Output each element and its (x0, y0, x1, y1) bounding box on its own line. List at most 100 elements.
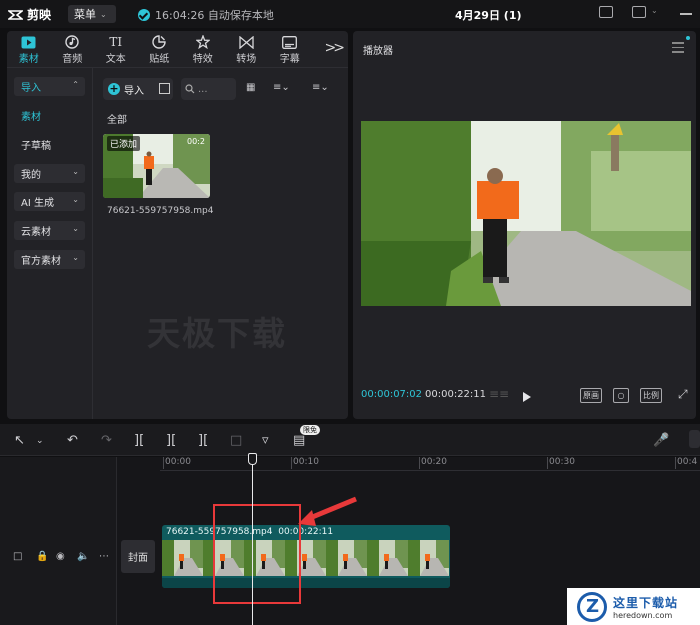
ruler-tick: 00:20 (419, 457, 447, 469)
sidebar-item-label: 素材 (21, 112, 41, 123)
tab-media[interactable]: 素材 (7, 31, 51, 67)
sidebar-item-mine[interactable]: 我的 ⌄ (14, 164, 85, 183)
sidebar-item-label: AI 生成 (21, 198, 54, 209)
clip-frame (326, 540, 367, 576)
site-name: 这里下载站 (613, 595, 679, 610)
media-icon (21, 35, 37, 49)
save-status-text: 16:04:26 自动保存本地 (155, 9, 274, 22)
ruler-tick: 00:4 (674, 457, 698, 469)
section-label: 全部 (107, 115, 127, 126)
sidebar-item-material[interactable]: 素材 (14, 106, 85, 125)
tab-label: 特效 (192, 54, 213, 65)
effects-icon (195, 35, 211, 49)
split-icon[interactable]: ][ (134, 433, 144, 448)
fit-screen-icon[interactable]: ○ (613, 388, 629, 403)
caption-icon (282, 35, 298, 49)
subtitle-recognize-icon[interactable]: ▤ (293, 433, 305, 448)
filter-icon[interactable]: ≡⌄ (312, 82, 329, 93)
clip-audio-track (162, 578, 450, 588)
chevron-down-icon[interactable]: ⌄ (651, 6, 658, 15)
free-badge: 限免 (300, 425, 320, 435)
toggle-indicator[interactable] (689, 430, 700, 448)
ratio-label: 比例 (643, 391, 659, 400)
playhead-handle[interactable] (248, 453, 257, 465)
grid-view-icon[interactable]: ▦ (246, 82, 255, 93)
search-input[interactable]: ... (181, 78, 236, 100)
site-logo: 这里下载站 heredown.com (567, 588, 700, 625)
sidebar-item-official[interactable]: 官方素材 ⌄ (14, 250, 85, 269)
clip-frame (162, 540, 203, 576)
chevron-down-icon: ⌄ (72, 195, 79, 204)
more-options-icon[interactable]: ⋯ (99, 551, 109, 562)
clip-frames (162, 540, 450, 576)
thumbnail-duration: 00:2 (187, 137, 205, 146)
original-quality-button[interactable]: 原画 (580, 388, 602, 403)
eye-icon[interactable]: ◉ (56, 551, 65, 562)
cover-button[interactable]: 封面 (121, 540, 155, 573)
tab-audio[interactable]: 音频 (51, 31, 95, 67)
delete-icon[interactable]: □ (230, 433, 242, 448)
more-tabs-icon[interactable]: >> (325, 40, 346, 56)
fullscreen-icon[interactable]: ⤢ (678, 387, 688, 402)
track-header (0, 457, 117, 625)
import-label: 导入 (124, 85, 144, 97)
sidebar-item-subdraft[interactable]: 子草稿 (14, 135, 85, 154)
timeline-toolbar: ↖ ⌄ ↶ ↷ ][ ][ ][ □ ▿ ▤ 🎤 (0, 424, 700, 456)
trim-left-icon[interactable]: ][ (166, 433, 176, 448)
player-panel: 播放器 00:00:07:02 00:00:22:11 ≡≡ 原画 ○ 比例 ⤢ (353, 31, 696, 419)
preview-frame (361, 121, 691, 306)
select-pointer-icon[interactable]: ↖ (14, 433, 25, 448)
shortcut-icon[interactable] (599, 6, 613, 18)
sidebar-item-label: 官方素材 (21, 256, 61, 267)
sidebar-item-import[interactable]: 导入 ⌃ (14, 77, 85, 96)
menu-button[interactable]: 菜单 ⌄ (68, 5, 116, 23)
cover-label: 封面 (128, 553, 148, 564)
undo-icon[interactable]: ↶ (67, 433, 78, 448)
track-preview-icon[interactable]: □ (13, 551, 22, 562)
shield-icon[interactable]: ▿ (262, 433, 269, 448)
tab-text[interactable]: TI 文本 (94, 31, 138, 67)
ruler-tick: 00:10 (291, 457, 319, 469)
qr-code-icon[interactable] (159, 83, 170, 94)
capcut-logo-icon (8, 10, 23, 20)
check-circle-icon (138, 9, 150, 21)
sidebar-item-cloud[interactable]: 云素材 ⌄ (14, 221, 85, 240)
waveform-icon[interactable]: ≡≡ (489, 387, 509, 401)
transition-icon (238, 35, 254, 49)
microphone-icon[interactable]: 🎤 (653, 433, 669, 448)
sidebar-item-ai-generate[interactable]: AI 生成 ⌄ (14, 192, 85, 211)
annotation-highlight (213, 504, 301, 604)
tab-caption[interactable]: 字幕 (268, 31, 312, 67)
tab-effects[interactable]: 特效 (181, 31, 225, 67)
clip-frame (408, 540, 449, 576)
sort-icon[interactable]: ≡⌄ (273, 82, 290, 93)
ratio-button[interactable]: 比例 (640, 388, 662, 403)
menu-label: 菜单 (74, 8, 96, 21)
hamburger-menu-icon[interactable] (672, 42, 684, 56)
chevron-down-icon[interactable]: ⌄ (36, 436, 44, 446)
ruler-tick: 00:30 (547, 457, 575, 469)
project-title[interactable]: 4月29日 (1) (455, 7, 522, 23)
current-time: 00:00:07:02 (361, 389, 423, 400)
tab-label: 贴纸 (149, 54, 170, 65)
site-url: heredown.com (613, 610, 673, 620)
video-preview[interactable] (361, 121, 691, 306)
chevron-down-icon: ⌄ (72, 224, 79, 233)
redo-icon[interactable]: ↷ (101, 433, 112, 448)
heredown-logo-icon (577, 591, 607, 622)
lock-icon[interactable]: 🔒 (36, 551, 48, 562)
trim-right-icon[interactable]: ][ (198, 433, 208, 448)
speaker-icon[interactable]: 🔈 (77, 551, 89, 562)
layout-icon[interactable] (632, 6, 646, 18)
tab-transition[interactable]: 转场 (225, 31, 269, 67)
minimize-icon[interactable] (680, 13, 692, 15)
added-badge: 已添加 (107, 136, 141, 151)
tab-sticker[interactable]: 贴纸 (138, 31, 182, 67)
playhead-line (252, 463, 253, 625)
tab-label: 素材 (18, 54, 39, 65)
play-icon[interactable] (523, 392, 531, 402)
time-ruler[interactable]: 00:00 00:10 00:20 00:30 00:4 (117, 457, 700, 471)
video-clip[interactable]: 76621-559757958.mp4 00:00:22:11 (162, 525, 450, 588)
media-panel: 素材 音频 TI 文本 贴纸 特效 转场 字幕 >> 导入 ⌃ 素材 子草稿 我… (7, 31, 348, 419)
app-logo: 剪映 (8, 6, 51, 23)
